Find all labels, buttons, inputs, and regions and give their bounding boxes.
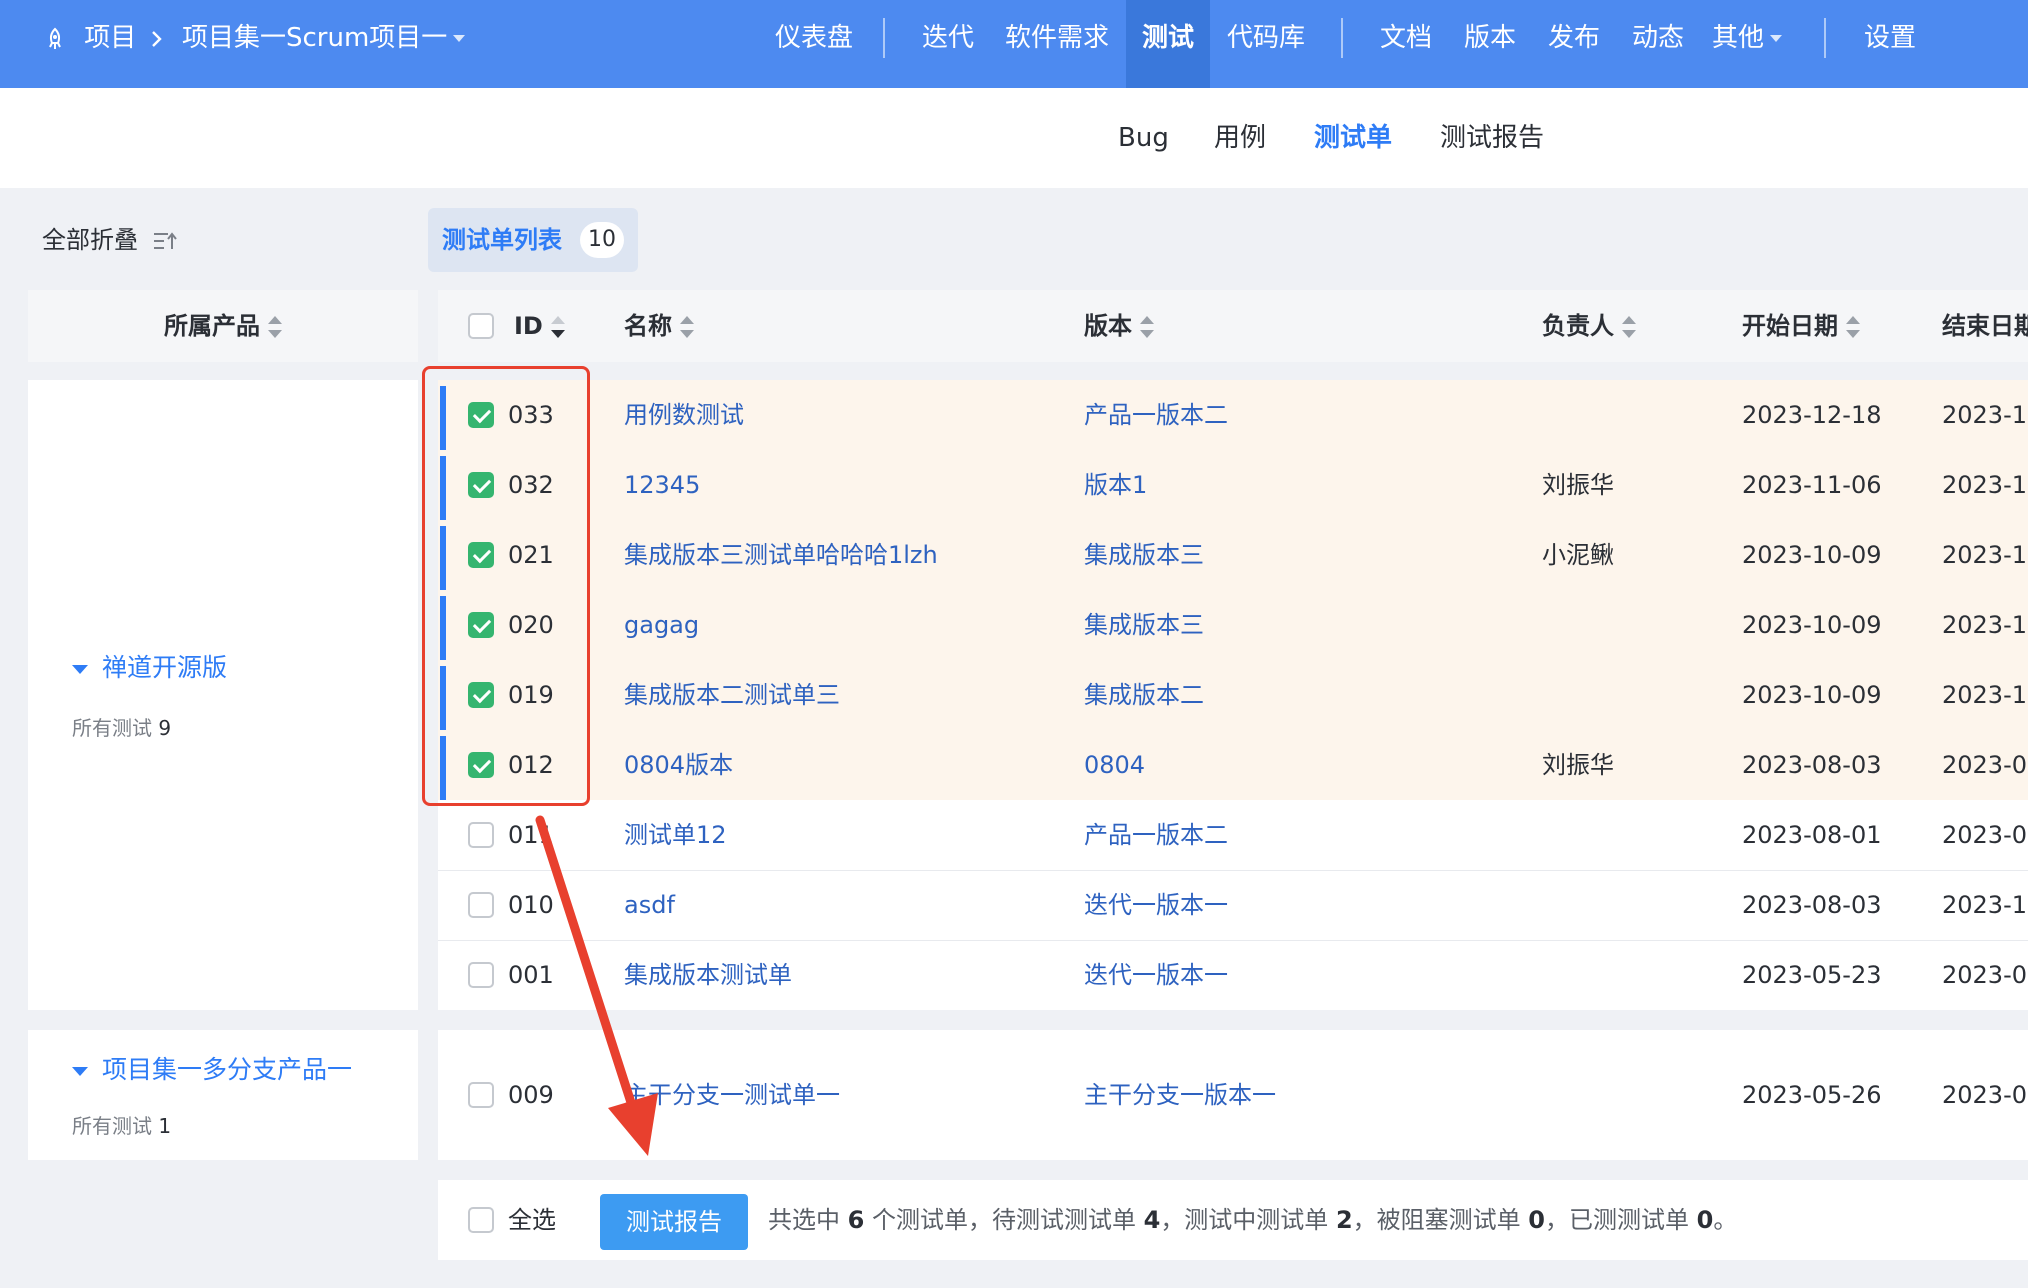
red-arrow-annotation: [535, 815, 658, 1156]
